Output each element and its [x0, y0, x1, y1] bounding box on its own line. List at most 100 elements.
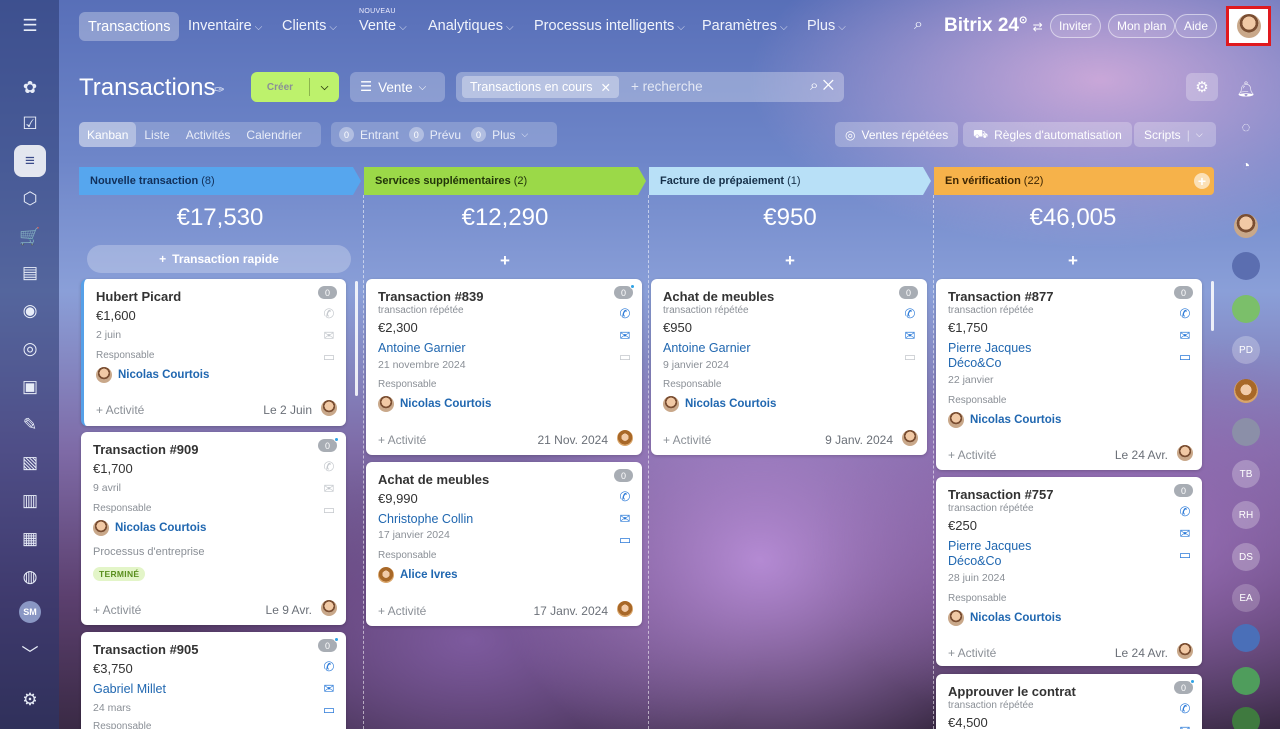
card-title[interactable]: Achat de meubles — [378, 472, 489, 487]
inventory-box-icon[interactable]: ⬡ — [14, 183, 46, 215]
user-initials-ds[interactable]: DS — [1232, 543, 1260, 571]
chat-icon[interactable]: ▭ — [1177, 548, 1193, 562]
deadline-date[interactable]: 17 Janv. 2024 — [533, 604, 608, 618]
email-icon[interactable]: ✉ — [902, 329, 918, 343]
settings-gear-icon[interactable]: ⚙ — [1186, 73, 1218, 101]
email-icon[interactable]: ✉ — [617, 512, 633, 526]
deal-card[interactable]: Transaction #757 0 transaction répétée €… — [936, 477, 1202, 666]
phone-icon[interactable]: ✆ — [1177, 505, 1193, 519]
responsible-user[interactable]: Nicolas Courtois — [948, 610, 1061, 626]
nav-processus[interactable]: Processus intelligents ⌵ — [534, 18, 685, 34]
chat-icon[interactable]: ◔ — [1232, 151, 1260, 179]
user-sm-avatar[interactable]: SM — [19, 601, 41, 623]
settings-gear-icon[interactable]: ⚙ — [14, 684, 46, 716]
menu-icon[interactable]: ☰ — [14, 10, 46, 42]
group-avatar[interactable] — [1232, 667, 1260, 695]
deadline-date[interactable]: 21 Nov. 2024 — [538, 433, 609, 447]
nav-parametres[interactable]: Paramètres ⌵ — [702, 18, 788, 34]
email-icon[interactable]: ✉ — [321, 329, 337, 343]
add-column-icon[interactable]: + — [1194, 173, 1210, 189]
phone-icon[interactable]: ✆ — [617, 307, 633, 321]
contact-card-icon[interactable]: ▤ — [14, 257, 46, 289]
target-icon[interactable]: ◎ — [14, 333, 46, 365]
avatar[interactable] — [1232, 377, 1260, 405]
add-card-button[interactable]: + — [938, 251, 1208, 271]
card-title[interactable]: Transaction #877 — [948, 289, 1054, 304]
add-activity-button[interactable]: + Activité — [93, 603, 141, 617]
chat-icon[interactable]: ▭ — [617, 350, 633, 364]
tab-calendrier[interactable]: Calendrier — [238, 122, 309, 147]
deal-card[interactable]: Hubert Picard 0 €1,600 2 juin Responsabl… — [81, 279, 346, 426]
avatar[interactable] — [321, 600, 337, 621]
avatar[interactable] — [902, 430, 918, 451]
phone-icon[interactable]: ✆ — [617, 490, 633, 504]
phone-icon[interactable]: ✆ — [1177, 307, 1193, 321]
user-initials-ea[interactable]: EA — [1232, 584, 1260, 612]
column-scrollbar[interactable] — [355, 281, 358, 396]
shop-cart-icon[interactable]: 🛒 — [14, 221, 46, 253]
search-input[interactable] — [631, 79, 791, 94]
nav-clients[interactable]: Clients ⌵ — [282, 18, 337, 34]
search-filter-bar[interactable]: Transactions en cours ✕ ⌕ ✕ — [456, 72, 844, 102]
client-link[interactable]: Gabriel Millet — [93, 682, 166, 696]
brand-logo[interactable]: Bitrix 24⊙ ⇄ — [944, 15, 1043, 37]
email-icon[interactable]: ✉ — [321, 482, 337, 496]
search-icon[interactable]: ⌕ — [914, 16, 923, 34]
deal-card[interactable]: Achat de meubles 0 €9,990 Christophe Col… — [366, 462, 642, 626]
copilot-icon[interactable]: ◌ — [1232, 113, 1260, 141]
notification-bell-icon[interactable]: 🔔︎ — [1232, 75, 1260, 103]
email-icon[interactable]: ✉ — [1177, 329, 1193, 343]
clear-icon[interactable]: ✕ — [823, 77, 834, 94]
drive-icon[interactable]: ▣ — [14, 371, 46, 403]
client-link[interactable]: Christophe Collin — [378, 512, 473, 526]
deal-card[interactable]: Approuver le contrat 0 transaction répét… — [936, 674, 1202, 729]
user-avatar-button[interactable] — [1226, 6, 1271, 46]
robot-icon[interactable]: ◉ — [14, 295, 46, 327]
sign-pen-icon[interactable]: ✎ — [14, 409, 46, 441]
nav-analytiques[interactable]: Analytiques ⌵ — [428, 18, 514, 34]
pipeline-select[interactable]: ☰ Vente ⌵ — [350, 72, 445, 102]
phone-icon[interactable]: ✆ — [902, 307, 918, 321]
document-edit-icon[interactable]: ▧ — [14, 447, 46, 479]
deal-card[interactable]: Transaction #909 0 €1,700 9 avril Respon… — [81, 432, 346, 625]
avatar[interactable] — [321, 400, 337, 421]
client-link[interactable]: Antoine Garnier — [378, 341, 466, 355]
responsible-user[interactable]: Nicolas Courtois — [663, 396, 776, 412]
add-activity-button[interactable]: + Activité — [378, 433, 426, 447]
my-plan-button[interactable]: Mon plan — [1108, 14, 1176, 38]
company-link[interactable]: Déco&Co — [948, 554, 1002, 568]
nav-inventaire[interactable]: Inventaire ⌵ — [188, 18, 262, 34]
column-header-facture[interactable]: Facture de prépaiement (1) — [649, 167, 931, 195]
user-initials-rh[interactable]: RH — [1232, 501, 1260, 529]
avatar[interactable] — [617, 430, 633, 451]
pin-icon[interactable]: ✑ — [214, 82, 225, 98]
add-activity-button[interactable]: + Activité — [948, 646, 996, 660]
avatar[interactable] — [1177, 643, 1193, 664]
chat-icon[interactable]: ▭ — [1177, 350, 1193, 364]
chevron-down-icon[interactable]: ﹀ — [14, 636, 46, 668]
counter-prevu[interactable]: 0 Prévu — [408, 127, 461, 142]
chat-icon[interactable]: ▭ — [902, 350, 918, 364]
chat-icon[interactable]: ▭ — [321, 703, 337, 717]
card-title[interactable]: Transaction #909 — [93, 442, 199, 457]
marketplace-icon[interactable]: ◍ — [14, 561, 46, 593]
email-icon[interactable]: ✉ — [321, 682, 337, 696]
card-title[interactable]: Transaction #757 — [948, 487, 1054, 502]
add-activity-button[interactable]: + Activité — [378, 604, 426, 618]
deal-card[interactable]: Transaction #905 0 €3,750 Gabriel Millet… — [81, 632, 346, 729]
column-header-services[interactable]: Services supplémentaires (2) — [364, 167, 646, 195]
nav-transactions[interactable]: Transactions — [79, 12, 180, 41]
deal-card[interactable]: Transaction #877 0 transaction répétée €… — [936, 279, 1202, 470]
analytics-bars-icon[interactable]: ▥ — [14, 485, 46, 517]
search-icon[interactable]: ⌕ — [810, 77, 818, 94]
phone-icon[interactable]: ✆ — [321, 307, 337, 321]
client-link[interactable]: Pierre Jacques — [948, 539, 1031, 553]
responsible-user[interactable]: Nicolas Courtois — [93, 520, 206, 536]
group-avatar[interactable] — [1232, 707, 1260, 729]
column-header-verification[interactable]: En vérification (22) + — [934, 167, 1214, 195]
phone-icon[interactable]: ✆ — [321, 460, 337, 474]
card-title[interactable]: Transaction #905 — [93, 642, 199, 657]
card-title[interactable]: Achat de meubles — [663, 289, 774, 304]
user-initials-tb[interactable]: TB — [1232, 460, 1260, 488]
column-header-nouvelle[interactable]: Nouvelle transaction (8) — [79, 167, 361, 195]
